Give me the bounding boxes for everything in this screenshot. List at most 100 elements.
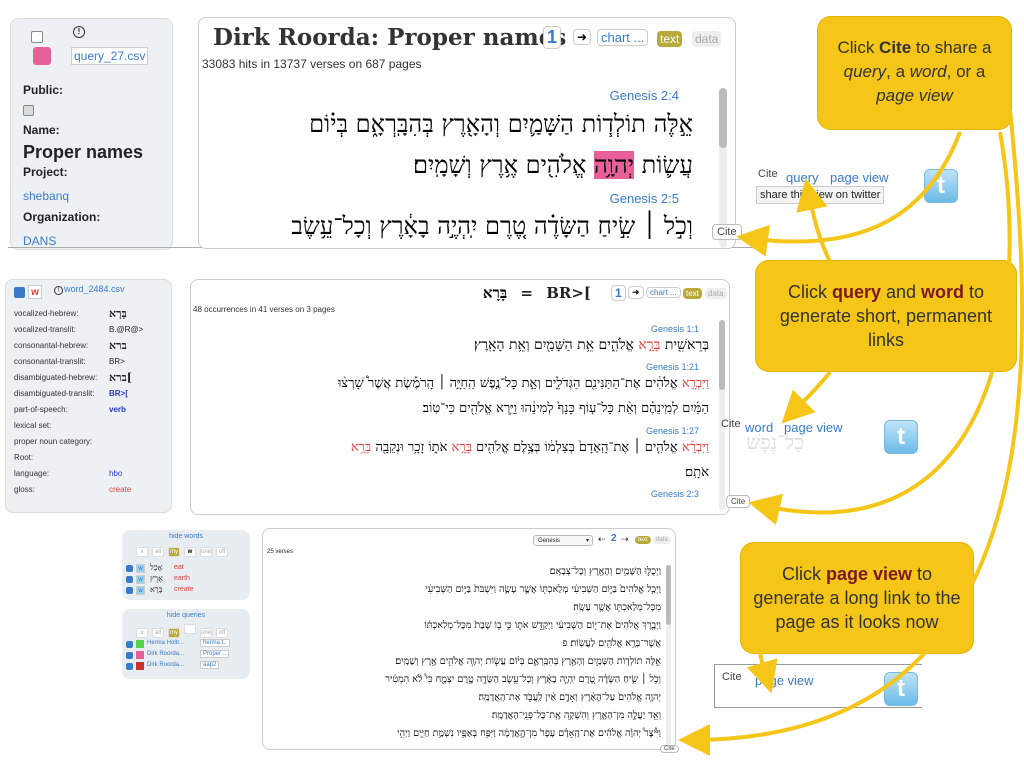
highlighted-word[interactable]: וַיִּבְרָ֣א	[682, 376, 709, 391]
word-item[interactable]: w בָּרָא create	[126, 585, 246, 596]
select-checkbox[interactable]	[14, 287, 25, 298]
cite-page-view-link[interactable]: page view	[830, 170, 889, 185]
verse-ref[interactable]: Genesis 1:1	[651, 324, 699, 334]
cite-button[interactable]: Cite	[712, 224, 742, 240]
query-checkbox[interactable]	[126, 663, 133, 670]
twitter-icon[interactable]: t	[884, 672, 918, 706]
verse-ref[interactable]: Genesis 1:21	[646, 362, 699, 372]
query-color-swatch[interactable]	[136, 640, 144, 648]
query-name: aap2	[200, 661, 220, 669]
query-filter-bar: x all my one off	[136, 624, 232, 638]
verse-line: מִכָּל־מְלַאכְתּ֖וֹ אֲשֶׁ֥ר עָשָֽׂה׃	[573, 602, 661, 613]
chart-button[interactable]: chart ...	[597, 29, 649, 46]
highlighted-word[interactable]: בָּרָ֣א	[452, 440, 472, 455]
word-item[interactable]: w אָכַל eat	[126, 563, 246, 574]
twitter-icon[interactable]: t	[884, 420, 918, 454]
cite-word-link[interactable]: word	[745, 420, 773, 435]
text-button[interactable]: text	[683, 288, 702, 299]
chart-button[interactable]: chart ...	[646, 287, 681, 298]
query-color-swatch[interactable]	[136, 651, 144, 659]
text-button[interactable]: text	[635, 536, 651, 544]
filter-option[interactable]: one	[200, 628, 213, 638]
filter-option[interactable]: one	[200, 547, 213, 557]
cite-button[interactable]: Cite	[660, 745, 679, 753]
word-color-swatch[interactable]: w	[136, 575, 145, 584]
next-arrow-icon[interactable]: ➜	[573, 29, 592, 45]
project-link[interactable]: shebanq	[23, 189, 69, 203]
filter-option[interactable]	[184, 624, 196, 634]
download-icon[interactable]: !	[54, 286, 63, 295]
word-checkbox[interactable]	[126, 565, 133, 572]
public-checkbox[interactable]	[23, 105, 34, 116]
lexeme-hebrew: בָּרָא	[482, 284, 508, 302]
hide-queries-link[interactable]: hide queries	[122, 612, 250, 619]
word-color-swatch[interactable]: w	[136, 564, 145, 573]
filter-option[interactable]: all	[152, 628, 164, 638]
callout-cite: Click Cite to share a query, a word, or …	[817, 16, 1012, 130]
verse-line: בְּרֵאשִׁ֖ית בָּרָ֣א אֱלֹהִ֑ים אֵ֥ת הַשָ…	[209, 337, 709, 354]
page-number[interactable]: 2	[611, 533, 617, 544]
page-number[interactable]: 1	[611, 285, 626, 301]
highlighted-word[interactable]: יְהוָ֥ה	[593, 151, 635, 179]
data-button[interactable]: data	[653, 536, 671, 544]
filter-option[interactable]: x	[136, 547, 148, 557]
query-item[interactable]: Herma Holtr... herma t..	[126, 639, 246, 650]
word-color-swatch[interactable]: w	[28, 285, 42, 299]
next-arrow-icon[interactable]: ⇢	[621, 534, 629, 545]
filter-option[interactable]: my	[168, 628, 180, 638]
feature-row: Root:	[6, 450, 171, 466]
scrollbar[interactable]	[666, 565, 671, 745]
scrollbar[interactable]	[719, 320, 725, 510]
org-link[interactable]: DANS	[23, 234, 56, 248]
twitter-icon[interactable]: t	[924, 169, 958, 203]
filter-option[interactable]: off	[216, 628, 229, 638]
query-item[interactable]: Dirk Roorda... aap2	[126, 661, 246, 672]
verse-ref[interactable]: Genesis 1:27	[646, 426, 699, 436]
filter-option[interactable]: x	[136, 628, 148, 638]
cite-page-view-link[interactable]: page view	[784, 420, 843, 435]
feature-key: language:	[14, 469, 50, 478]
cite-query-link[interactable]: query	[786, 170, 819, 185]
data-button[interactable]: data	[705, 288, 727, 299]
cite-button[interactable]: Cite	[726, 495, 751, 508]
filter-option[interactable]: my	[168, 547, 180, 557]
filter-option[interactable]: all	[152, 547, 164, 557]
word-item[interactable]: w אֶרֶץ earth	[126, 574, 246, 585]
select-checkbox[interactable]	[31, 31, 43, 43]
query-checkbox[interactable]	[126, 652, 133, 659]
query-item[interactable]: Dirk Roorda... Proper ..	[126, 650, 246, 661]
word-gloss: create	[174, 586, 194, 593]
color-swatch[interactable]	[33, 47, 51, 65]
page-number[interactable]: 1	[543, 26, 562, 49]
download-icon[interactable]: !	[73, 26, 85, 38]
query-color-swatch[interactable]	[136, 662, 144, 670]
csv-link[interactable]: word_2484.csv	[64, 284, 125, 294]
hide-queries-panel: hide queries x all my one off Herma Holtr...…	[122, 609, 250, 679]
cite-page-view-link[interactable]: page view	[755, 673, 814, 688]
highlighted-word[interactable]: בָּרָ֥א	[351, 440, 371, 455]
filter-option[interactable]: w	[184, 547, 196, 557]
prev-arrow-icon[interactable]: ⇠	[598, 534, 606, 545]
feature-key: part-of-speech:	[14, 405, 68, 414]
data-button[interactable]: data	[692, 31, 722, 47]
filter-option[interactable]: off	[216, 547, 229, 557]
verse-ref[interactable]: Genesis 2:3	[651, 489, 699, 499]
word-checkbox[interactable]	[126, 576, 133, 583]
verse-line: אֵ֣לֶּה תוֹלְד֧וֹת הַשָּׁמַ֛יִם וְהָאָ֖ר…	[395, 656, 661, 667]
verse-ref[interactable]: Genesis 2:4	[610, 88, 679, 103]
verse-ref[interactable]: Genesis 2:5	[610, 191, 679, 206]
text-button[interactable]: text	[657, 31, 683, 47]
hide-words-panel: hide words x all my w one off w אָכַל eat w אֶרֶץ…	[122, 530, 250, 600]
word-checkbox[interactable]	[126, 587, 133, 594]
highlighted-word[interactable]: וַיִּבְרָ֨א	[682, 440, 709, 455]
next-arrow-icon[interactable]: ➜	[628, 286, 644, 299]
cite-label: Cite	[758, 168, 778, 180]
query-checkbox[interactable]	[126, 641, 133, 648]
arrow-to-word-link	[781, 370, 832, 424]
csv-link[interactable]: query_27.csv	[71, 47, 149, 65]
word-color-swatch[interactable]: w	[136, 586, 145, 595]
highlighted-word[interactable]: בָּרָ֣א	[638, 337, 660, 353]
hide-words-link[interactable]: hide words	[122, 533, 250, 540]
book-select[interactable]: Genesis ▾	[533, 535, 593, 546]
word-gloss: earth	[174, 575, 190, 582]
